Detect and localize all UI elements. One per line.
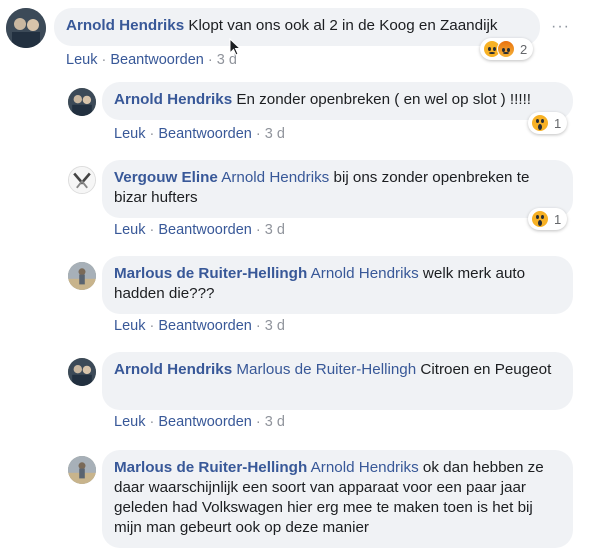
comment-author[interactable]: Arnold Hendriks [114,91,232,108]
like-button[interactable]: Leuk [66,52,97,68]
wow-icon [531,114,549,132]
mention-link[interactable]: Arnold Hendriks [311,265,419,282]
comment-bubble: Marlous de Ruiter-Hellingh Arnold Hendri… [102,450,573,548]
comment-bubble: Arnold Hendriks Marlous de Ruiter-Hellin… [102,352,573,410]
separator: · [255,126,261,142]
comment-text: Citroen en Peugeot [420,361,552,378]
timestamp[interactable]: 3 d [265,126,285,142]
separator: · [255,414,261,430]
mention-link[interactable]: Marlous de Ruiter-Hellingh [236,361,416,378]
comment-author[interactable]: Arnold Hendriks [114,361,232,378]
reaction-count: 2 [520,41,528,57]
separator: · [149,318,155,334]
like-button[interactable]: Leuk [114,318,145,334]
reply-button[interactable]: Beantwoorden [158,318,252,334]
wow-icon [531,210,549,228]
comment-bubble: Vergouw Eline Arnold Hendriks bij ons zo… [102,160,573,218]
comment-bubble: Marlous de Ruiter-Hellingh Arnold Hendri… [102,256,573,314]
comment-text: Klopt van ons ook al 2 in de Koog en Zaa… [188,17,498,34]
comment-author[interactable]: Arnold Hendriks [66,17,184,34]
separator: · [101,52,107,68]
comment-actions: Leuk · Beantwoorden · 3 d [114,126,285,142]
mention-link[interactable]: Arnold Hendriks [311,459,419,476]
angry-icon [497,40,515,58]
reaction-summary[interactable]: 2 [480,38,534,60]
separator: · [255,318,261,334]
avatar[interactable] [68,358,96,386]
comment-author[interactable]: Marlous de Ruiter-Hellingh [114,459,307,476]
separator: · [149,222,155,238]
timestamp[interactable]: 3 d [265,414,285,430]
timestamp[interactable]: 3 d [265,318,285,334]
separator: · [255,222,261,238]
comment-text: En zonder openbreken ( en wel op slot ) … [236,91,532,108]
like-button[interactable]: Leuk [114,222,145,238]
comment-actions: Leuk · Beantwoorden · 3 d [114,222,285,238]
like-button[interactable]: Leuk [114,126,145,142]
avatar[interactable] [68,166,96,194]
separator: · [149,126,155,142]
reply-button[interactable]: Beantwoorden [158,126,252,142]
more-options-icon[interactable]: ··· [551,18,570,36]
avatar[interactable] [6,8,46,48]
reaction-summary[interactable]: 1 [528,208,568,230]
avatar[interactable] [68,88,96,116]
comment-actions: Leuk · Beantwoorden · 3 d [114,414,285,430]
reaction-count: 1 [554,115,562,131]
comment-bubble: Arnold Hendriks En zonder openbreken ( e… [102,82,573,120]
comment-bubble: Arnold Hendriks Klopt van ons ook al 2 i… [54,8,540,46]
separator: · [149,414,155,430]
separator: · [207,52,213,68]
timestamp[interactable]: 3 d [265,222,285,238]
reply-button[interactable]: Beantwoorden [110,52,204,68]
reply-button[interactable]: Beantwoorden [158,414,252,430]
like-button[interactable]: Leuk [114,414,145,430]
comment-author[interactable]: Vergouw Eline [114,169,218,186]
reaction-count: 1 [554,211,562,227]
reply-button[interactable]: Beantwoorden [158,222,252,238]
mention-link[interactable]: Arnold Hendriks [221,169,329,186]
reaction-summary[interactable]: 1 [528,112,568,134]
avatar[interactable] [68,456,96,484]
comment-actions: Leuk · Beantwoorden · 3 d [66,52,237,68]
comment-author[interactable]: Marlous de Ruiter-Hellingh [114,265,307,282]
comment-actions: Leuk · Beantwoorden · 3 d [114,318,285,334]
mouse-cursor-icon [229,38,241,56]
avatar[interactable] [68,262,96,290]
